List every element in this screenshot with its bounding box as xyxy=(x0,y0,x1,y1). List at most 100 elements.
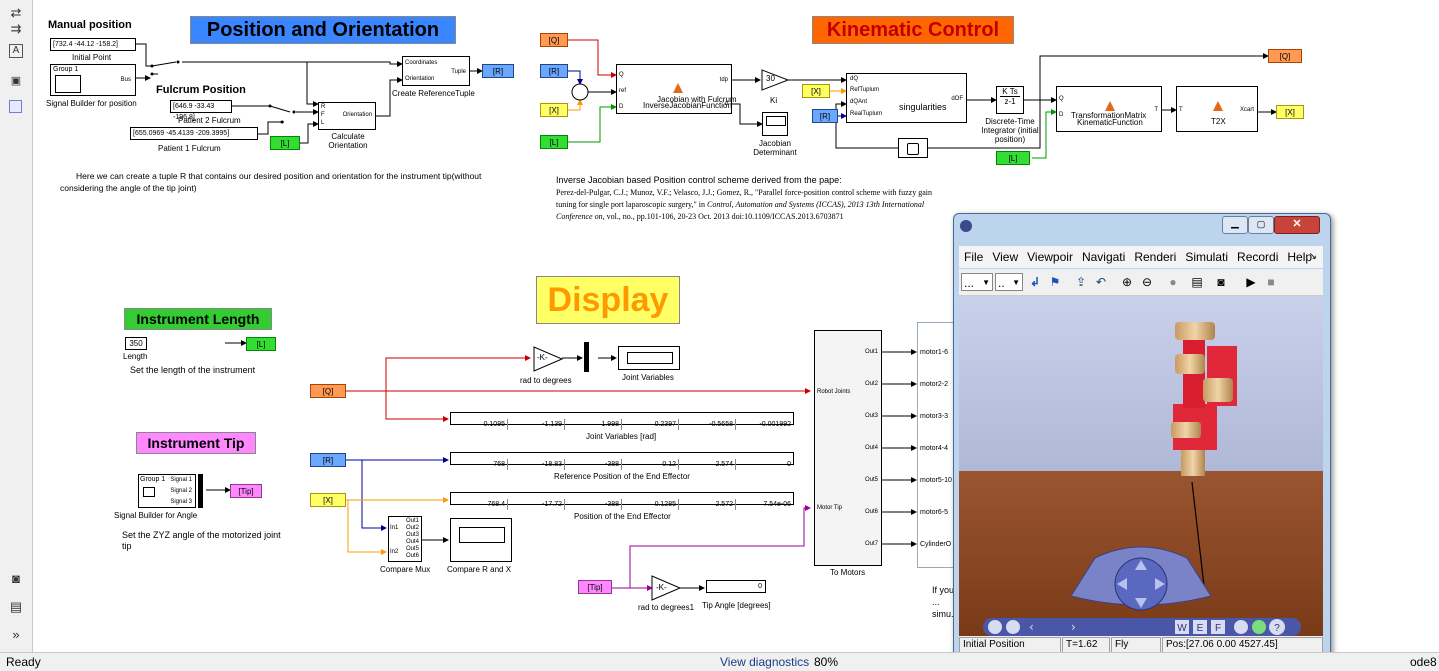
to-motors-block[interactable]: Robot Joints Motor Tip Out1 Out2 Out3 Ou… xyxy=(814,330,882,566)
return-icon[interactable]: ↲ xyxy=(1027,273,1043,291)
q-goto-tag[interactable]: [Q] xyxy=(1268,49,1302,63)
mux-in2: In2 xyxy=(390,549,399,555)
x-from-tag[interactable]: [X] xyxy=(540,103,568,117)
menu-recording[interactable]: Recordi xyxy=(1237,250,1278,264)
ref-value: -18.83 xyxy=(508,459,565,470)
discrete-integrator-block[interactable]: K Ts z-1 xyxy=(996,86,1024,114)
joint-mux-block[interactable] xyxy=(584,342,589,372)
x-goto-tag[interactable]: [X] xyxy=(1276,105,1304,119)
zoom-out-icon[interactable]: ⊖ xyxy=(1139,273,1155,291)
flag-icon[interactable]: ⚑ xyxy=(1047,273,1063,291)
menu-overflow-icon[interactable]: ↘ xyxy=(1309,246,1317,268)
initial-point-block[interactable]: [732.4 -44.12 -158.2] xyxy=(50,38,136,51)
x-from-tag-2[interactable]: [X] xyxy=(802,84,830,98)
tip-angle-display[interactable]: 0 xyxy=(706,580,766,593)
area-length-title[interactable]: Instrument Length xyxy=(124,308,272,330)
create-reference-tuple-block[interactable]: Coordinates Orientation Tuple xyxy=(402,56,470,86)
l-from-tag[interactable]: [L] xyxy=(270,136,300,150)
l-from-tag-2[interactable]: [L] xyxy=(540,135,568,149)
area-kinematic-title[interactable]: Kinematic Control xyxy=(812,16,1014,44)
x-from-tag-display[interactable]: [X] xyxy=(310,493,346,507)
reference-position-display[interactable]: 768 -18.83 -388 0.12 2.574 0 xyxy=(450,452,794,470)
l-from-tag-3[interactable]: [L] xyxy=(996,151,1030,165)
tip-mux-block[interactable] xyxy=(198,474,203,508)
zoom-in-icon[interactable]: ⊕ xyxy=(1119,273,1135,291)
area-tip-title[interactable]: Instrument Tip xyxy=(136,432,256,454)
menu-rendering[interactable]: Renderi xyxy=(1134,250,1176,264)
calculate-orientation-block[interactable]: R F L Orientation xyxy=(318,102,376,130)
play-icon[interactable]: ▶ xyxy=(1243,273,1259,291)
base-joint xyxy=(1175,322,1215,340)
calculate-orientation-label: Calculate Orientation xyxy=(328,132,368,150)
minimize-icon[interactable]: ▁ xyxy=(1222,216,1248,234)
straighten-icon[interactable]: ⇪ xyxy=(1073,273,1089,291)
menu-file[interactable]: File xyxy=(964,250,983,264)
close-icon[interactable]: ✕ xyxy=(1274,216,1320,234)
nav-combo[interactable]: .. ▼ xyxy=(995,273,1023,291)
joint-variables-display[interactable]: 0.1095 -1.139 1.998 0.2397 -0.5658 -0.001992 xyxy=(450,412,794,430)
l-goto-tag[interactable]: [L] xyxy=(246,337,276,351)
viewpoint-combo[interactable]: ... ▼ xyxy=(961,273,993,291)
maximize-icon[interactable]: ▢ xyxy=(1248,216,1274,234)
vr-input: CylinderO xyxy=(920,541,952,548)
mux-out: Out1 xyxy=(405,518,419,524)
vr-sink-block[interactable]: motor1-6 motor2-2 motor3-3 motor4-4 moto… xyxy=(917,322,957,568)
joint-2 xyxy=(1175,354,1205,374)
joint-value: 0.2397 xyxy=(622,419,679,430)
undo-move-icon[interactable]: ↶ xyxy=(1093,273,1109,291)
signal-builder-position-block[interactable]: Group 1 Bus xyxy=(50,64,136,96)
r-from-tag-display[interactable]: [R] xyxy=(310,453,346,467)
menu-simulation[interactable]: Simulati xyxy=(1185,250,1228,264)
joint-variables-scope[interactable] xyxy=(618,346,680,370)
nav-copy-icon[interactable] xyxy=(1234,620,1248,634)
end-effector-position-display[interactable]: 768.4 -17.72 -388 0.1285 2.572 7.54e-06 xyxy=(450,492,794,510)
vr-viewer-window[interactable]: ▁ ▢ ✕ File View Viewpoir Navigati Renderi Sim… xyxy=(953,213,1331,660)
tip-goto-tag[interactable]: [Tip] xyxy=(230,484,262,498)
r-goto-tag[interactable]: [R] xyxy=(482,64,514,78)
tip-signal1: Signal 1 xyxy=(170,477,192,483)
jacobian-determinant-scope[interactable] xyxy=(762,112,788,136)
camera-icon[interactable]: ◙ xyxy=(1213,273,1229,291)
menu-view[interactable]: View xyxy=(992,250,1018,264)
singularities-block[interactable]: dQ RefTuplum dQAnt RealTuplum singularit… xyxy=(846,73,967,123)
r-from-tag[interactable]: [R] xyxy=(540,64,568,78)
ref-value: 2.574 xyxy=(679,459,736,470)
joint-variables-display-label: Joint Variables [rad] xyxy=(586,432,657,441)
nav-settings-icon[interactable] xyxy=(1252,620,1266,634)
record-icon[interactable]: ● xyxy=(1165,273,1181,291)
area-display-title[interactable]: Display xyxy=(536,276,680,324)
length-constant-block[interactable]: 350 xyxy=(125,337,147,350)
vr-3d-view[interactable]: ‹ › W E F? xyxy=(959,296,1323,636)
q-from-tag-display[interactable]: [Q] xyxy=(310,384,346,398)
nav-minimize-icon[interactable] xyxy=(1006,620,1020,634)
tmat-port-q: Q xyxy=(1059,96,1064,102)
signal-builder-angle-block[interactable]: Group 1 Signal 1 Signal 2 Signal 3 xyxy=(138,474,196,508)
memory-block[interactable] xyxy=(898,138,928,158)
patient2-fulcrum-block[interactable]: [646.9 -33.43 -196.8] xyxy=(170,100,232,121)
stop-icon[interactable]: ■ xyxy=(1263,273,1279,291)
ref-value: 768 xyxy=(451,459,508,470)
menu-viewpoints[interactable]: Viewpoir xyxy=(1027,250,1073,264)
view-diagnostics-link[interactable]: View diagnostics xyxy=(720,653,809,671)
clipboard-icon[interactable]: ▤ xyxy=(1189,273,1205,291)
compare-mux-block[interactable]: In1 In2 Out1 Out2 Out3 Out4 Out5 Out6 xyxy=(388,516,422,562)
area-position-title[interactable]: Position and Orientation xyxy=(190,16,456,44)
reference-tail: , vol., no., pp.101-106, 20-23 Oct. 2013… xyxy=(602,212,844,221)
r-from-tag-2[interactable]: [R] xyxy=(812,109,838,123)
compare-scope[interactable] xyxy=(450,518,512,562)
nav-right-icon[interactable]: › xyxy=(1071,620,1076,634)
inverse-jacobian-block[interactable]: Q ref D Jacobian with Fulcrum InverseJac… xyxy=(616,64,737,114)
q-from-tag[interactable]: [Q] xyxy=(540,33,568,47)
nav-close-icon[interactable] xyxy=(988,620,1002,634)
transformation-matrix-block[interactable]: Q D TransformationMatrix KinematicFuncti… xyxy=(1056,86,1162,132)
tip-from-tag[interactable]: [Tip] xyxy=(578,580,612,594)
menu-navigation[interactable]: Navigati xyxy=(1082,250,1125,264)
t2x-block[interactable]: T T2X Xcart xyxy=(1176,86,1258,132)
port-out: Out1 xyxy=(864,349,878,355)
port-out: Out2 xyxy=(864,381,878,387)
status-bar: Ready View diagnostics 80% ode8 xyxy=(0,652,1439,671)
patient1-fulcrum-block[interactable]: [655.0969 -45.4139 -209.3995] xyxy=(130,127,258,140)
nav-left-icon[interactable]: ‹ xyxy=(1029,620,1034,634)
tip-note: Set the ZYZ angle of the motorized joint… xyxy=(122,530,281,551)
nav-letter: ? xyxy=(1274,623,1280,634)
